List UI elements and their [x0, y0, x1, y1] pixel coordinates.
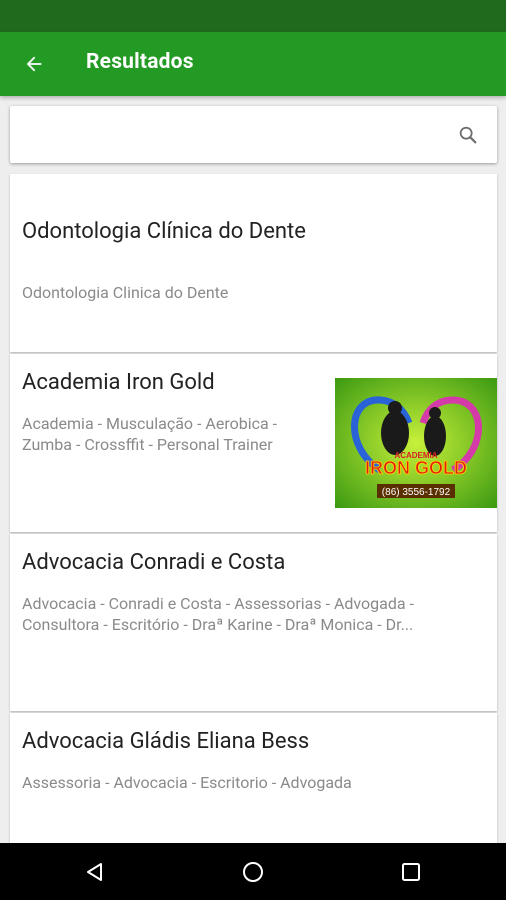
app-bar: Resultados — [0, 32, 506, 96]
list-item[interactable]: Academia Iron Gold Academia - Musculação… — [10, 354, 497, 532]
list-item[interactable]: Odontologia Clínica do Dente Odontologia… — [10, 174, 497, 352]
search-icon[interactable] — [457, 124, 479, 146]
result-description: Assessoria - Advocacia - Escritorio - Ad… — [22, 773, 352, 792]
list-item[interactable]: Advocacia Conradi e Costa Advocacia - Co… — [10, 534, 497, 711]
status-bar — [0, 0, 506, 32]
square-recents-icon — [402, 863, 420, 881]
nav-back-button[interactable] — [80, 857, 110, 887]
result-title: Advocacia Gládis Eliana Bess — [22, 729, 310, 754]
logo-phone: (86) 3556-1792 — [382, 487, 451, 498]
search-box — [10, 106, 497, 163]
logo-brand-text: IRON GOLD — [365, 458, 467, 478]
result-title: Academia Iron Gold — [22, 370, 215, 395]
page-title: Resultados — [86, 50, 194, 74]
nav-home-button[interactable] — [238, 857, 268, 887]
result-thumbnail-logo: ACADEMIA IRON GOLD (86) 3556-1792 — [335, 378, 497, 508]
triangle-back-icon — [87, 863, 102, 881]
result-description: Academia - Musculação - Aerobica - Zumba… — [22, 414, 278, 454]
system-navigation-bar — [0, 843, 506, 900]
nav-recents-button[interactable] — [396, 857, 426, 887]
result-title: Odontologia Clínica do Dente — [22, 219, 306, 244]
circle-home-icon — [243, 862, 263, 882]
list-item[interactable]: Advocacia Gládis Eliana Bess Assessoria … — [10, 713, 497, 853]
result-title: Advocacia Conradi e Costa — [22, 550, 286, 575]
back-button[interactable] — [16, 46, 52, 82]
result-description: Odontologia Clinica do Dente — [22, 283, 229, 302]
arrow-back-icon — [26, 56, 42, 72]
search-input[interactable] — [20, 116, 444, 154]
result-description: Advocacia - Conradi e Costa - Assessoria… — [22, 594, 414, 634]
